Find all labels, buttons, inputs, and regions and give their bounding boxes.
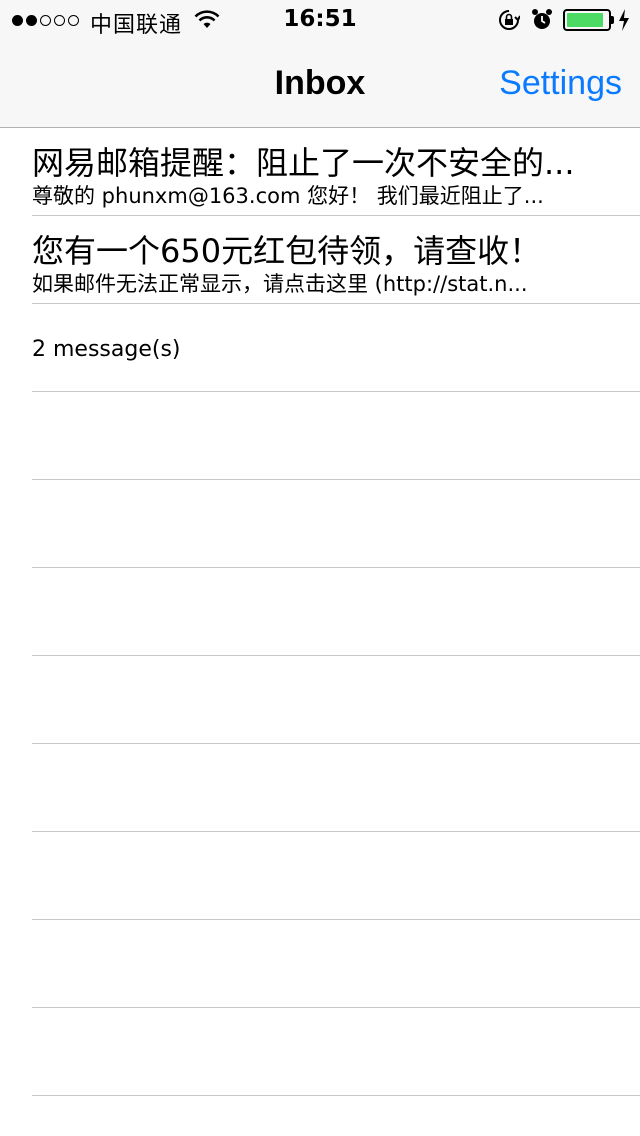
message-list: 网易邮箱提醒：阻止了一次不安全的... 尊敬的 phunxm@163.com 您… [0,128,640,1136]
charging-icon [619,9,629,31]
empty-row [32,568,640,656]
empty-row [32,744,640,832]
battery-level [567,13,603,27]
message-preview: 尊敬的 phunxm@163.com 您好！ 我们最近阻止了... [32,184,544,208]
rotation-lock-icon [499,10,520,30]
battery-icon [563,9,611,31]
alarm-icon [532,9,552,29]
settings-button[interactable]: Settings [499,64,622,103]
empty-row [32,480,640,568]
top-bar: 中国联通 16:51 Inbox Settings [0,0,640,128]
battery-tip [611,16,614,24]
message-subject: 网易邮箱提醒：阻止了一次不安全的... [32,144,575,182]
empty-row [32,392,640,480]
empty-row [32,832,640,920]
empty-row [32,1096,640,1136]
message-count-row: 2 message(s) [32,304,640,392]
mail-app-screen: 中国联通 16:51 Inbox Settings 网易邮箱提醒：阻止了一次不安… [0,0,640,1136]
empty-row [32,1008,640,1096]
message-count: 2 message(s) [32,337,181,362]
message-subject: 您有一个650元红包待领，请查收！ [32,232,542,270]
message-row[interactable]: 网易邮箱提醒：阻止了一次不安全的... 尊敬的 phunxm@163.com 您… [32,128,640,216]
message-row[interactable]: 您有一个650元红包待领，请查收！ 如果邮件无法正常显示，请点击这里 (http… [32,216,640,304]
message-preview: 如果邮件无法正常显示，请点击这里 (http://stat.n... [32,272,528,296]
status-bar: 中国联通 16:51 [0,0,640,40]
empty-row [32,920,640,1008]
empty-row [32,656,640,744]
